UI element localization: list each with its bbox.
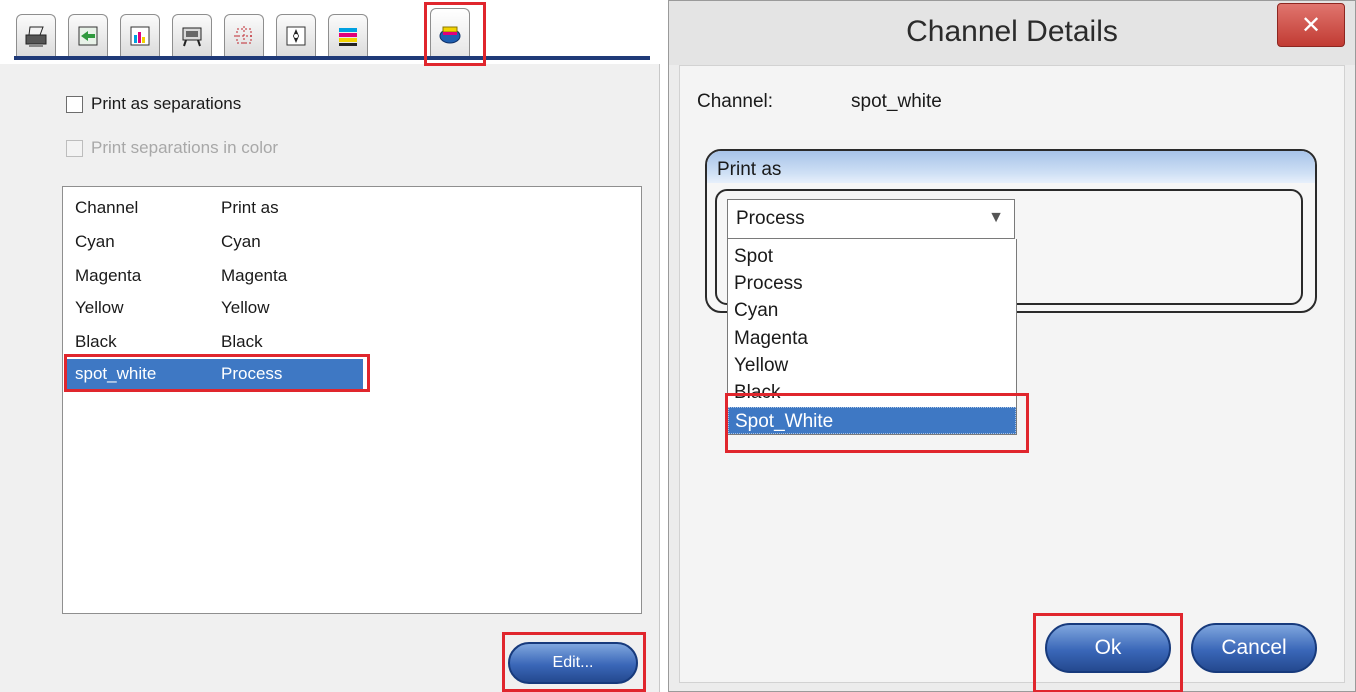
color-stripes-icon [339,27,357,46]
channel-value: spot_white [851,91,942,112]
cancel-button[interactable]: Cancel [1191,623,1317,673]
column-header-print-as: Print as [221,198,279,217]
print-as-cell: Yellow [221,298,270,317]
tab-color-bars[interactable] [120,14,160,56]
crop-marks-icon [234,25,254,46]
close-icon: ✕ [1300,11,1322,39]
print-separations-in-color-checkbox: Print separations in color [66,138,278,158]
tab-printer[interactable] [16,14,56,56]
list-row-yellow[interactable]: Yellow Yellow [67,293,363,323]
dialog-titlebar: Channel Details ✕ [669,1,1355,65]
channel-cell: Black [75,332,117,351]
list-row-magenta[interactable]: Magenta Magenta [67,261,363,291]
print-as-cell: Cyan [221,232,261,251]
channel-cell: Cyan [75,232,115,251]
checkbox-box-disabled [66,139,83,157]
channel-details-dialog: Channel Details ✕ Channel: spot_white Pr… [668,0,1356,692]
channel-cell: Magenta [75,266,142,285]
option-cyan[interactable]: Cyan [728,297,1016,324]
dialog-title: Channel Details [906,15,1118,48]
tab-device[interactable] [172,14,212,56]
tab-color-stripes[interactable] [328,14,368,56]
print-as-cell: Magenta [221,266,288,285]
list-header-row: Channel Print as [67,193,363,223]
list-row-cyan[interactable]: Cyan Cyan [67,227,363,257]
checkbox-box[interactable] [66,95,83,113]
select-value: Process [736,208,805,229]
compass-target-icon [286,26,306,45]
highlight-row-box [64,354,370,392]
highlight-ok-box [1033,613,1183,692]
print-separations-in-color-label: Print separations in color [91,138,279,157]
print-as-separations-checkbox[interactable]: Print as separations [66,94,241,114]
option-spot[interactable]: Spot [728,243,1016,270]
device-icon [182,27,202,46]
color-bars-icon [130,26,150,45]
tab-crop-marks[interactable] [224,14,264,56]
channel-list: Channel Print as Cyan Cyan Magenta Magen… [62,186,642,614]
tab-import[interactable] [68,14,108,56]
list-row-black[interactable]: Black Black [67,327,363,357]
tab-compass-target[interactable] [276,14,316,56]
close-button[interactable]: ✕ [1277,3,1345,47]
highlight-edit-box [502,632,646,692]
option-yellow[interactable]: Yellow [728,352,1016,379]
print-as-cell: Black [221,332,263,351]
print-as-separations-label: Print as separations [91,94,242,113]
printer-icon [25,26,47,47]
chevron-down-icon[interactable]: ▼ [988,209,1004,227]
import-arrow-icon [78,26,98,45]
group-header [707,151,1315,183]
option-magenta[interactable]: Magenta [728,325,1016,352]
tab-underline [14,56,650,60]
channel-label: Channel: [697,91,774,112]
tab-strip [0,0,660,64]
print-settings-panel: Print as separations Print separations i… [0,0,660,692]
print-as-select[interactable]: Process ▼ [727,199,1015,239]
option-process[interactable]: Process [728,270,1016,297]
column-header-channel: Channel [75,198,139,217]
highlight-tab-box [424,2,486,66]
print-as-group-title: Print as [717,159,782,180]
channel-cell: Yellow [75,298,124,317]
highlight-spot-white-box [725,393,1029,453]
